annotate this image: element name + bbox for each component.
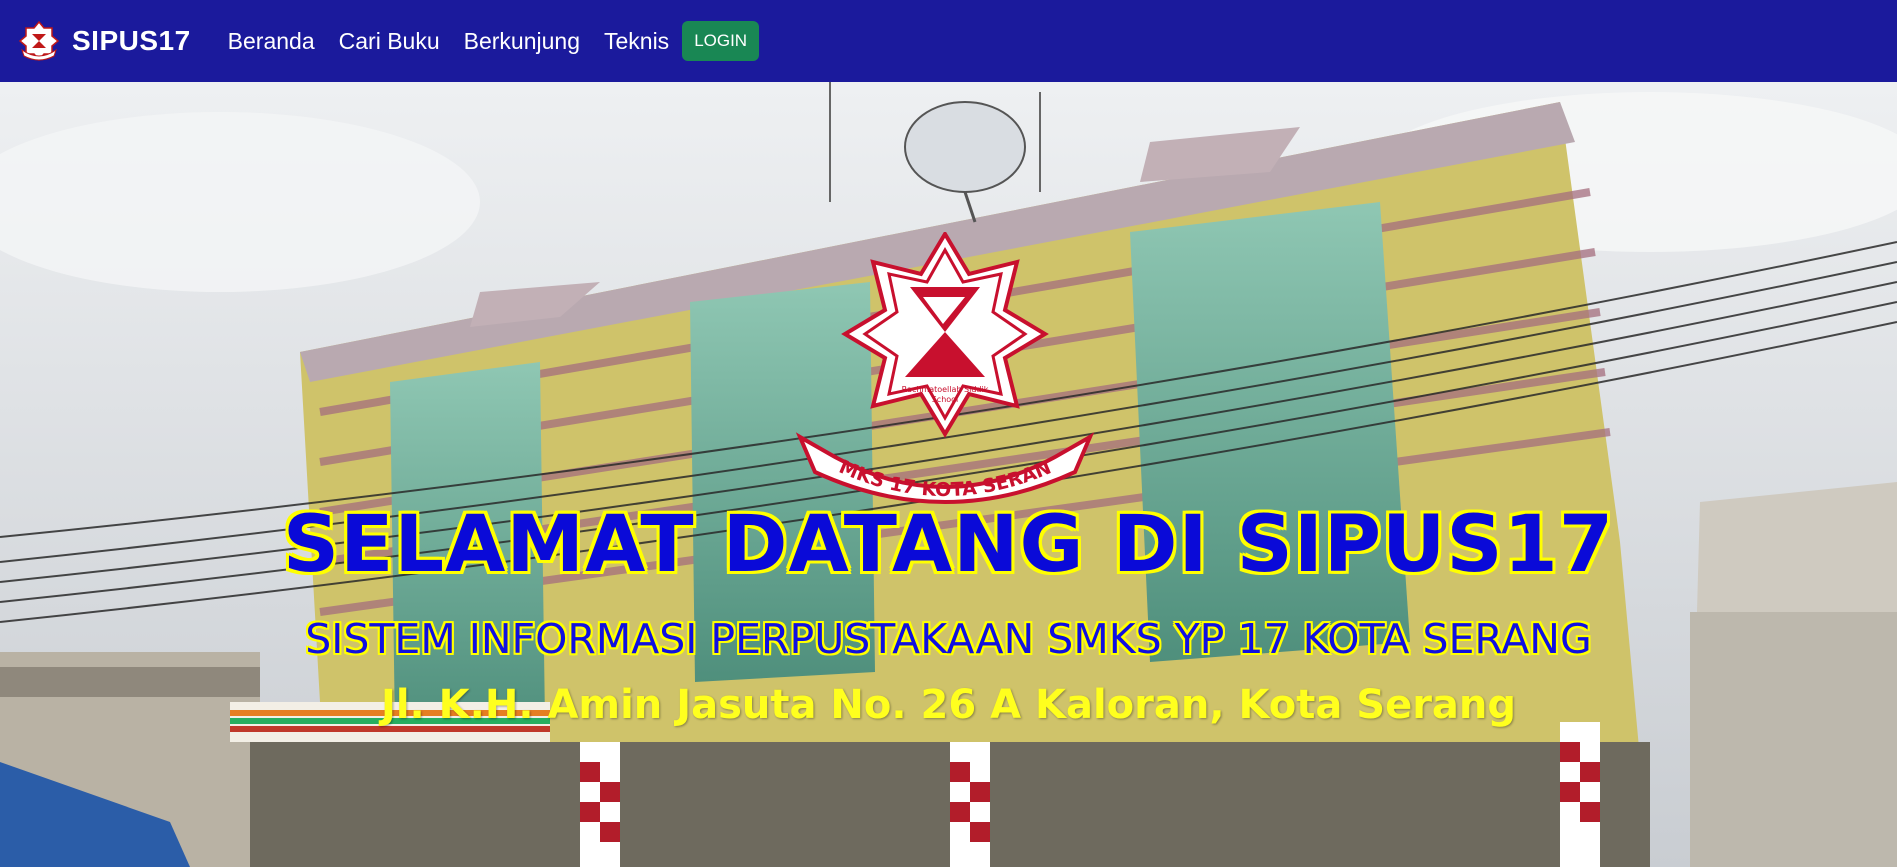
emblem-caption-line2: School bbox=[932, 395, 959, 404]
nav-link-berkunjung[interactable]: Berkunjung bbox=[464, 28, 580, 55]
system-subtitle: SISTEM INFORMASI PERPUSTAKAAN SMKS YP 17… bbox=[305, 615, 1592, 663]
school-address: Jl. K.H. Amin Jasuta No. 26 A Kaloran, K… bbox=[380, 682, 1517, 728]
school-emblem-logo: Rachmatoellah Siddik School SMKS 17 KOTA… bbox=[795, 232, 1095, 504]
nav-link-beranda[interactable]: Beranda bbox=[228, 28, 315, 55]
nav-link-cari-buku[interactable]: Cari Buku bbox=[339, 28, 440, 55]
emblem-caption-line1: Rachmatoellah Siddik bbox=[902, 385, 989, 394]
nav-link-teknis[interactable]: Teknis bbox=[604, 28, 669, 55]
top-navbar: SIPUS17 Beranda Cari Buku Berkunjung Tek… bbox=[0, 0, 1897, 82]
hero-section: Rachmatoellah Siddik School SMKS 17 KOTA… bbox=[0, 82, 1897, 867]
login-button[interactable]: LOGIN bbox=[682, 21, 760, 61]
brand-title: SIPUS17 bbox=[72, 25, 191, 56]
brand-link[interactable]: SIPUS17 bbox=[18, 20, 191, 62]
school-logo-icon bbox=[18, 20, 60, 62]
welcome-title: SELAMAT DATANG DI SIPUS17 bbox=[282, 500, 1615, 590]
